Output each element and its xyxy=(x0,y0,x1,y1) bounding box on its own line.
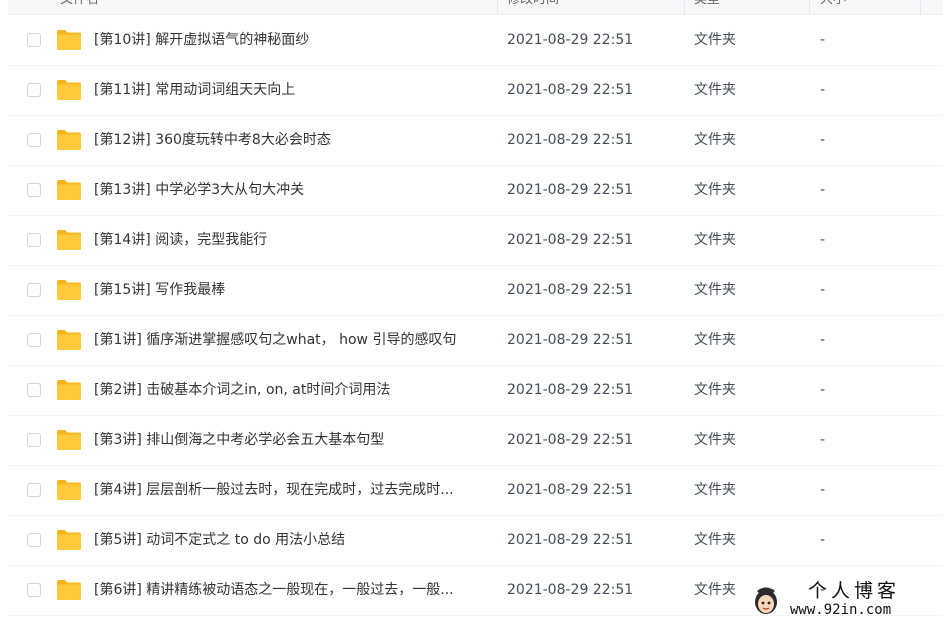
file-modified-time: 2021-08-29 22:51 xyxy=(507,582,634,598)
file-row[interactable]: [第3讲] 排山倒海之中考必学必会五大基本句型 2021-08-29 22:51… xyxy=(8,416,943,466)
file-modified-time: 2021-08-29 22:51 xyxy=(507,482,634,498)
file-row[interactable]: [第11讲] 常用动词词组天天向上 2021-08-29 22:51 文件夹 - xyxy=(8,66,943,116)
file-row[interactable]: [第14讲] 阅读，完型我能行 2021-08-29 22:51 文件夹 - xyxy=(8,216,943,266)
file-row[interactable]: [第15讲] 写作我最棒 2021-08-29 22:51 文件夹 - xyxy=(8,266,943,316)
folder-icon xyxy=(57,480,81,500)
file-type: 文件夹 xyxy=(694,182,736,198)
folder-icon xyxy=(57,280,81,300)
file-type: 文件夹 xyxy=(694,82,736,98)
column-divider xyxy=(684,0,685,14)
file-type: 文件夹 xyxy=(694,132,736,148)
file-type: 文件夹 xyxy=(694,532,736,548)
folder-icon xyxy=(57,530,81,550)
file-modified-time: 2021-08-29 22:51 xyxy=(507,332,634,348)
watermark-title: 个人博客 xyxy=(808,580,901,602)
row-checkbox[interactable] xyxy=(27,83,41,97)
column-header-type[interactable]: 类型 xyxy=(694,0,774,14)
folder-icon xyxy=(57,330,81,350)
file-size: - xyxy=(820,432,826,448)
file-modified-time: 2021-08-29 22:51 xyxy=(507,232,634,248)
file-name[interactable]: [第5讲] 动词不定式之 to do 用法小总结 xyxy=(94,531,494,549)
file-modified-time: 2021-08-29 22:51 xyxy=(507,282,634,298)
file-type: 文件夹 xyxy=(694,382,736,398)
folder-icon xyxy=(57,80,81,100)
row-checkbox[interactable] xyxy=(27,33,41,47)
column-header-modified[interactable]: 修改时间 xyxy=(507,0,657,14)
file-modified-time: 2021-08-29 22:51 xyxy=(507,432,634,448)
folder-icon xyxy=(57,380,81,400)
row-checkbox[interactable] xyxy=(27,583,41,597)
row-checkbox[interactable] xyxy=(27,233,41,247)
file-type: 文件夹 xyxy=(694,482,736,498)
avatar-icon xyxy=(755,587,777,614)
column-divider xyxy=(920,0,921,14)
folder-icon xyxy=(57,230,81,250)
file-list-header: 文件名 修改时间 类型 大小 xyxy=(8,0,943,15)
row-checkbox[interactable] xyxy=(27,283,41,297)
file-name[interactable]: [第2讲] 击破基本介词之in, on, at时间介词用法 xyxy=(94,381,494,399)
file-type: 文件夹 xyxy=(694,232,736,248)
row-checkbox[interactable] xyxy=(27,333,41,347)
file-type: 文件夹 xyxy=(694,32,736,48)
file-size: - xyxy=(820,482,826,498)
row-checkbox[interactable] xyxy=(27,183,41,197)
file-name[interactable]: [第15讲] 写作我最棒 xyxy=(94,281,494,299)
file-size: - xyxy=(820,332,826,348)
file-row[interactable]: [第13讲] 中学必学3大从句大冲关 2021-08-29 22:51 文件夹 … xyxy=(8,166,943,216)
row-checkbox[interactable] xyxy=(27,133,41,147)
file-type: 文件夹 xyxy=(694,432,736,448)
file-name[interactable]: [第10讲] 解开虚拟语气的神秘面纱 xyxy=(94,31,494,49)
watermark: 个人博客 www.92in.com xyxy=(752,580,940,620)
file-type: 文件夹 xyxy=(694,582,736,598)
file-name[interactable]: [第11讲] 常用动词词组天天向上 xyxy=(94,81,494,99)
file-modified-time: 2021-08-29 22:51 xyxy=(507,532,634,548)
column-divider xyxy=(809,0,810,14)
file-row[interactable]: [第4讲] 层层剖析一般过去时，现在完成时，过去完成时... 2021-08-2… xyxy=(8,466,943,516)
file-list: [第10讲] 解开虚拟语气的神秘面纱 2021-08-29 22:51 文件夹 … xyxy=(8,16,943,616)
row-checkbox[interactable] xyxy=(27,383,41,397)
file-size: - xyxy=(820,532,826,548)
folder-icon xyxy=(57,130,81,150)
file-name[interactable]: [第6讲] 精讲精练被动语态之一般现在，一般过去，一般... xyxy=(94,581,494,599)
file-modified-time: 2021-08-29 22:51 xyxy=(507,382,634,398)
file-size: - xyxy=(820,32,826,48)
folder-icon xyxy=(57,430,81,450)
file-row[interactable]: [第1讲] 循序渐进掌握感叹句之what， how 引导的感叹句 2021-08… xyxy=(8,316,943,366)
file-name[interactable]: [第1讲] 循序渐进掌握感叹句之what， how 引导的感叹句 xyxy=(94,331,494,349)
file-size: - xyxy=(820,282,826,298)
file-modified-time: 2021-08-29 22:51 xyxy=(507,132,634,148)
row-checkbox[interactable] xyxy=(27,533,41,547)
file-name[interactable]: [第12讲] 360度玩转中考8大必会时态 xyxy=(94,131,494,149)
file-size: - xyxy=(820,182,826,198)
row-checkbox[interactable] xyxy=(27,433,41,447)
file-modified-time: 2021-08-29 22:51 xyxy=(507,32,634,48)
folder-icon xyxy=(57,580,81,600)
file-row[interactable]: [第2讲] 击破基本介词之in, on, at时间介词用法 2021-08-29… xyxy=(8,366,943,416)
file-modified-time: 2021-08-29 22:51 xyxy=(507,82,634,98)
file-row[interactable]: [第5讲] 动词不定式之 to do 用法小总结 2021-08-29 22:5… xyxy=(8,516,943,566)
file-type: 文件夹 xyxy=(694,282,736,298)
file-name[interactable]: [第14讲] 阅读，完型我能行 xyxy=(94,231,494,249)
file-size: - xyxy=(820,82,826,98)
file-type: 文件夹 xyxy=(694,332,736,348)
folder-icon xyxy=(57,180,81,200)
watermark-url: www.92in.com xyxy=(790,602,892,618)
column-divider xyxy=(497,0,498,14)
file-size: - xyxy=(820,132,826,148)
file-row[interactable]: [第10讲] 解开虚拟语气的神秘面纱 2021-08-29 22:51 文件夹 … xyxy=(8,16,943,66)
folder-icon xyxy=(57,30,81,50)
file-row[interactable]: [第12讲] 360度玩转中考8大必会时态 2021-08-29 22:51 文… xyxy=(8,116,943,166)
file-name[interactable]: [第4讲] 层层剖析一般过去时，现在完成时，过去完成时... xyxy=(94,481,494,499)
file-modified-time: 2021-08-29 22:51 xyxy=(507,182,634,198)
file-size: - xyxy=(820,232,826,248)
file-size: - xyxy=(820,382,826,398)
file-name[interactable]: [第3讲] 排山倒海之中考必学必会五大基本句型 xyxy=(94,431,494,449)
column-header-size[interactable]: 大小 xyxy=(820,0,900,14)
row-checkbox[interactable] xyxy=(27,483,41,497)
file-list-page: 文件名 修改时间 类型 大小 [第10讲] 解开虚拟语气的神秘面纱 2021-0… xyxy=(0,0,943,623)
column-header-name[interactable]: 文件名 xyxy=(60,0,210,14)
file-name[interactable]: [第13讲] 中学必学3大从句大冲关 xyxy=(94,181,494,199)
